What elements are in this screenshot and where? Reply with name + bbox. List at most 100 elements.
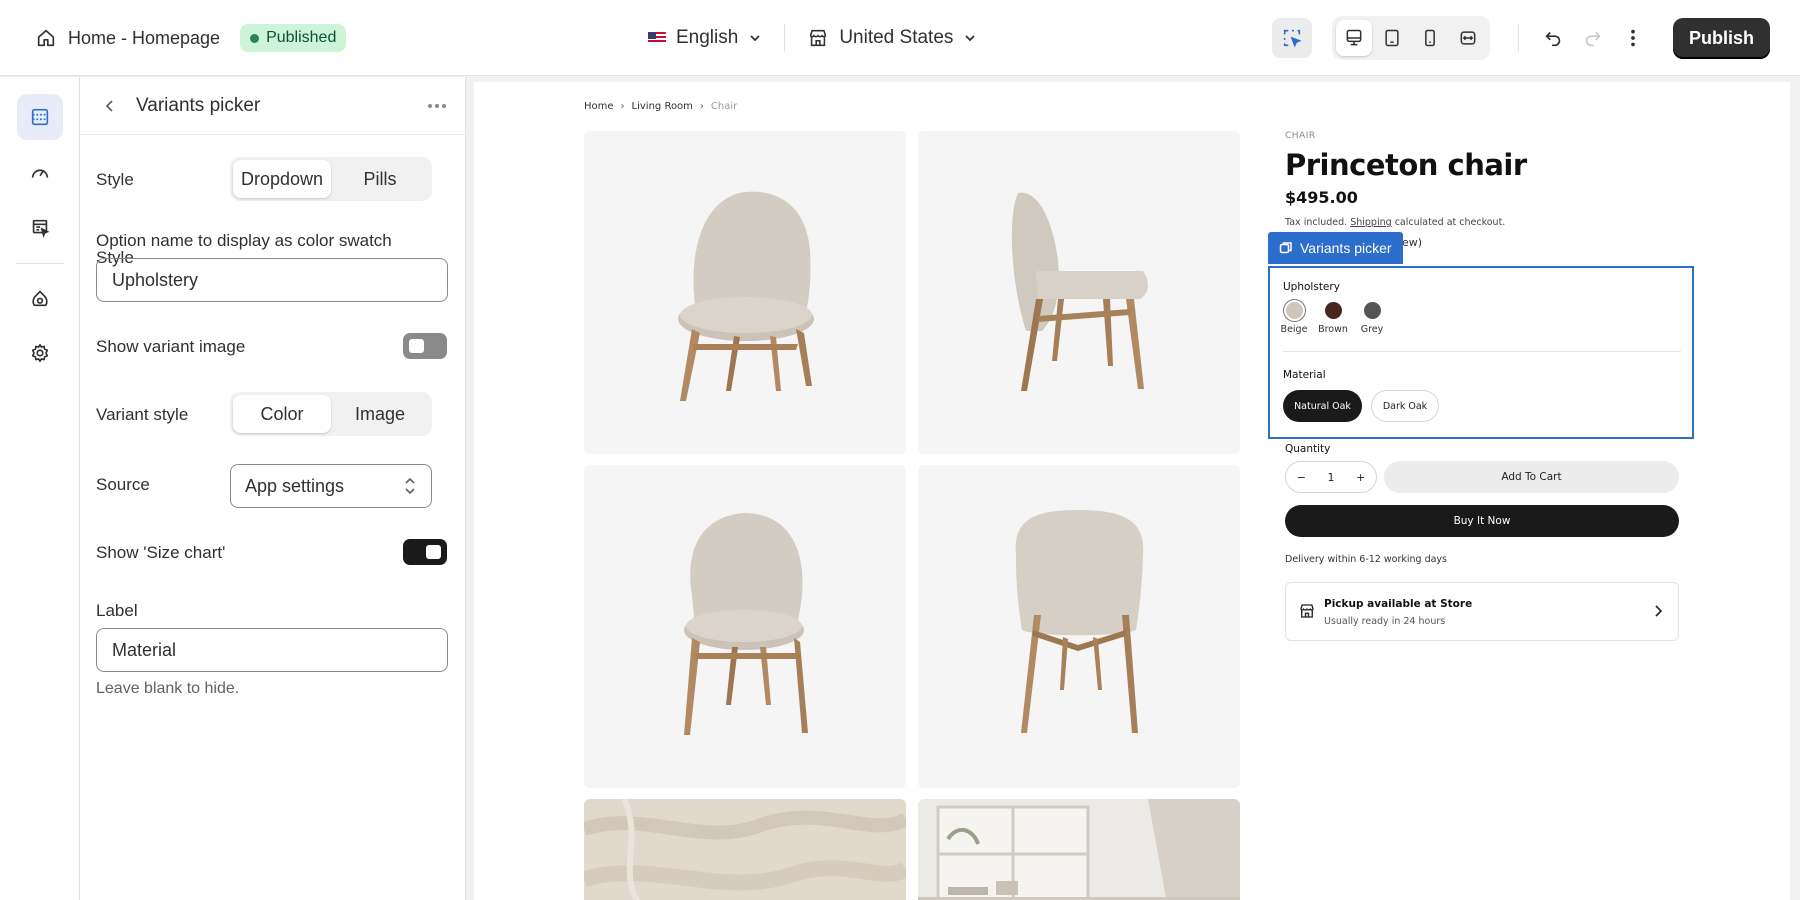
style-option-pills[interactable]: Pills — [331, 160, 429, 198]
mobile-icon — [1425, 29, 1435, 47]
country-selector[interactable]: United States — [799, 27, 985, 49]
product-image-fabric[interactable] — [584, 799, 906, 900]
select-chevrons-icon — [405, 477, 415, 495]
divider — [1517, 24, 1519, 52]
quantity-label: Quantity — [1285, 443, 1331, 455]
panel-more-button[interactable] — [423, 94, 451, 118]
us-flag-icon — [648, 32, 666, 44]
label-input[interactable]: Material — [96, 628, 448, 672]
style-segmented-control: Dropdown Pills — [230, 157, 432, 201]
variant-style-label: Variant style — [96, 405, 189, 424]
tablet-icon — [1385, 29, 1399, 47]
more-horizontal-icon — [428, 104, 446, 108]
redo-button[interactable] — [1573, 18, 1613, 58]
chevron-down-icon — [965, 35, 976, 42]
back-button[interactable] — [98, 94, 122, 118]
variants-picker-block[interactable]: Upholstery Beige Brown Grey Material Nat… — [1268, 266, 1694, 439]
sidebar-item-settings[interactable] — [17, 330, 63, 376]
page-title[interactable]: Home - Homepage — [68, 28, 220, 49]
delivery-note: Delivery within 6-12 working days — [1285, 554, 1447, 565]
breadcrumb: Home › Living Room › Chair — [584, 101, 737, 112]
tax-prefix: Tax included. — [1285, 217, 1348, 228]
swatch-label: Brown — [1318, 324, 1348, 335]
publish-button[interactable]: Publish — [1672, 17, 1770, 59]
panel-header: Variants picker — [80, 77, 465, 135]
toggle-knob — [426, 545, 441, 559]
breadcrumb-living-room[interactable]: Living Room — [632, 101, 693, 112]
size-chart-label: Show 'Size chart' — [96, 543, 226, 562]
sidebar-item-sections[interactable] — [17, 94, 63, 140]
pickup-card[interactable]: Pickup available at Store Usually ready … — [1285, 582, 1679, 641]
breadcrumb-home[interactable]: Home — [584, 101, 614, 112]
sidebar-rail — [0, 77, 80, 900]
language-label: English — [676, 27, 739, 48]
desktop-icon — [1346, 29, 1362, 46]
inspector-button[interactable] — [1271, 18, 1312, 58]
country-label: United States — [839, 27, 954, 48]
paint-icon — [32, 290, 48, 307]
sidebar-item-app-embeds[interactable] — [17, 205, 63, 251]
style-option-dropdown[interactable]: Dropdown — [233, 160, 331, 198]
panel-title: Variants picker — [136, 94, 261, 116]
language-selector[interactable]: English — [640, 27, 770, 49]
chair-image — [1011, 192, 1148, 391]
swatch-brown[interactable] — [1325, 302, 1342, 319]
more-actions-button[interactable] — [1613, 18, 1653, 58]
undo-button[interactable] — [1533, 18, 1573, 58]
chair-image — [684, 513, 808, 735]
home-icon[interactable] — [30, 22, 62, 54]
variant-style-segmented-control: Color Image — [230, 392, 432, 436]
plus-icon[interactable]: + — [1356, 471, 1365, 484]
divider — [16, 263, 64, 264]
material-option-dark-oak[interactable]: Dark Oak — [1371, 390, 1439, 422]
sidebar-item-performance[interactable] — [17, 150, 63, 196]
show-variant-image-label: Show variant image — [96, 337, 246, 356]
mobile-view-button[interactable] — [1412, 20, 1448, 56]
store-icon — [810, 29, 827, 47]
buy-now-button[interactable]: Buy It Now — [1285, 505, 1679, 537]
product-image-side[interactable] — [918, 131, 1240, 454]
product-image-back[interactable] — [918, 465, 1240, 788]
select-cursor-icon — [1283, 29, 1302, 48]
sidebar-item-theme-settings[interactable] — [17, 275, 63, 321]
sections-icon — [31, 108, 49, 126]
page-info: Home - Homepage Published — [30, 0, 347, 76]
desktop-view-button[interactable] — [1335, 20, 1372, 56]
product-name: Princeton chair — [1285, 148, 1527, 182]
expand-icon — [1460, 31, 1476, 45]
show-variant-image-toggle[interactable] — [403, 333, 447, 359]
swatch-grey[interactable] — [1364, 302, 1381, 319]
quantity-stepper[interactable]: − 1 + — [1285, 461, 1377, 493]
selected-block-tag-label: Variants picker — [1300, 240, 1392, 256]
add-to-cart-button[interactable]: Add To Cart — [1384, 461, 1679, 493]
swatch-option-input[interactable]: Upholstery — [96, 258, 448, 302]
product-image-angle[interactable] — [584, 465, 906, 788]
room-scene-image — [918, 799, 1240, 900]
shipping-link[interactable]: Shipping — [1350, 217, 1391, 228]
source-select[interactable]: App settings — [230, 464, 432, 508]
tax-suffix: calculated at checkout. — [1394, 217, 1506, 228]
variant-style-option-color[interactable]: Color — [233, 395, 331, 433]
status-badge: Published — [240, 24, 347, 52]
label-field-label: Label — [96, 601, 138, 620]
chevron-right-icon: › — [620, 101, 625, 112]
product-image-room[interactable] — [918, 799, 1240, 900]
material-label: Material — [1283, 369, 1326, 381]
fullscreen-button[interactable] — [1450, 20, 1486, 56]
minus-icon[interactable]: − — [1297, 471, 1306, 484]
partial-review-text: ew) — [1402, 236, 1423, 249]
size-chart-toggle[interactable] — [403, 539, 447, 565]
pickup-title: Pickup available at Store — [1324, 598, 1473, 610]
fabric-texture-image — [584, 799, 906, 900]
material-option-natural-oak[interactable]: Natural Oak — [1283, 390, 1362, 422]
top-bar: Home - Homepage Published English United… — [0, 0, 1800, 76]
tablet-view-button[interactable] — [1374, 20, 1410, 56]
swatch-beige[interactable] — [1286, 302, 1303, 319]
selected-block-tag[interactable]: Variants picker — [1268, 232, 1403, 264]
gear-icon — [31, 343, 49, 363]
locale-selectors: English United States — [640, 0, 985, 76]
store-icon — [1300, 604, 1314, 618]
product-image-front[interactable] — [584, 131, 906, 454]
breadcrumb-current: Chair — [710, 101, 738, 112]
variant-style-option-image[interactable]: Image — [331, 395, 429, 433]
